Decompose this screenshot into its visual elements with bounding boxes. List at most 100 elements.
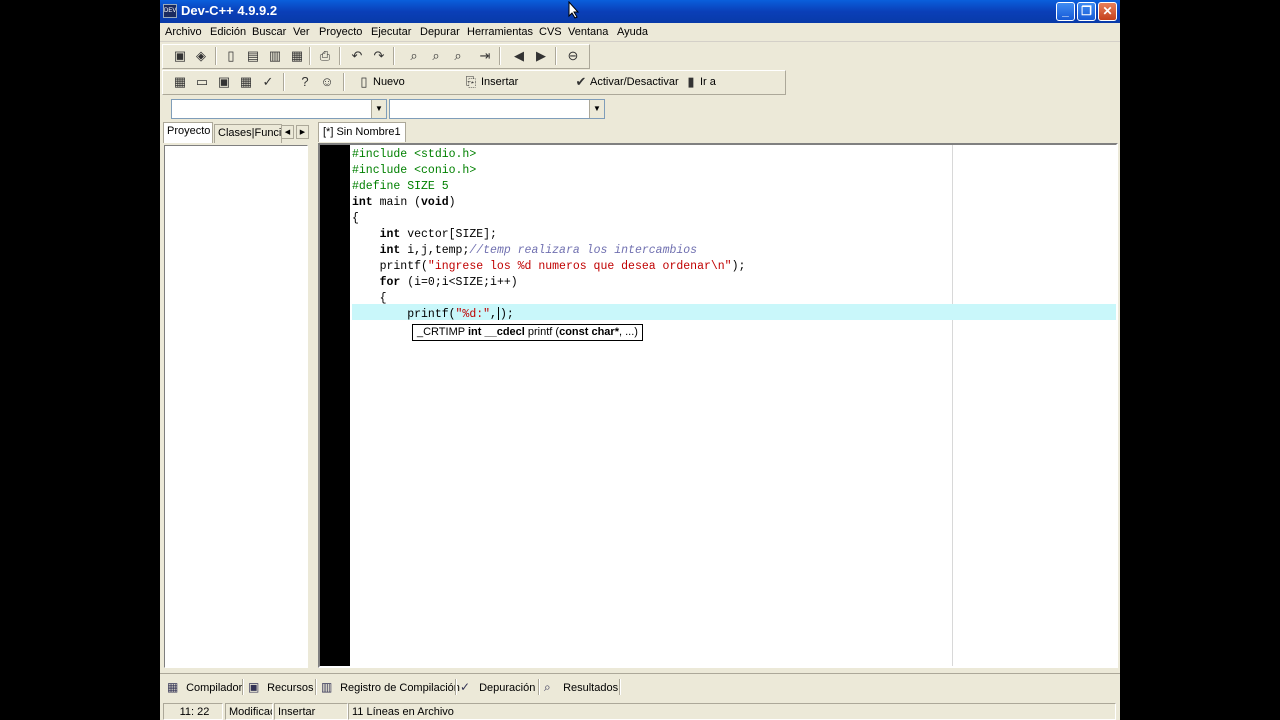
goto-line-icon[interactable]: ⇥ [477,48,493,64]
toolbar-separator [309,47,311,65]
menu-ayuda[interactable]: Ayuda [617,26,648,38]
menu-depurar[interactable]: Depurar [420,26,460,38]
member-combo[interactable]: ▼ [389,99,605,119]
toolbar-separator [343,73,345,91]
app-icon[interactable]: DEV [163,4,177,18]
save-icon[interactable]: ▤ [245,48,261,64]
code-token: void [421,196,449,209]
status-bar: 11: 22 Modificac Insertar 11 Líneas en A… [160,702,1120,720]
menu-archivo[interactable]: Archivo [165,26,202,38]
minimize-button[interactable]: _ [1056,2,1075,21]
code-token: ); [499,308,514,321]
chevron-down-icon[interactable]: ▼ [589,100,604,118]
tab-compilador[interactable]: ▦ Compilador [167,679,242,695]
rebuild-icon[interactable]: ▦ [238,74,254,90]
redo-icon[interactable]: ↷ [371,48,387,64]
tab-sin-nombre1[interactable]: [*] Sin Nombre1 [318,122,406,142]
undo-icon[interactable]: ↶ [349,48,365,64]
menu-ventana[interactable]: Ventana [568,26,608,38]
back-icon[interactable]: ◀ [511,48,527,64]
close-button[interactable]: ✕ [1098,2,1117,21]
editor-gutter [320,145,350,666]
toolbar-separator [499,47,501,65]
tooltip-segment: printf ( [524,326,560,338]
stop-icon[interactable]: ⊖ [565,48,581,64]
save-all-icon[interactable]: ▥ [267,48,283,64]
code-token: ); [731,260,746,273]
title-bar: DEV Dev-C++ 4.9.9.2 _ ❐ ✕ [160,0,1120,23]
menu-edicion[interactable]: Edición [210,26,246,38]
run-icon[interactable]: ▭ [194,74,210,90]
tab-resultados[interactable]: ⌕ Resultados [544,679,618,695]
code-editor[interactable]: #include <stdio.h> #include <conio.h> #def… [318,143,1118,668]
class-combo[interactable]: ▼ [171,99,387,119]
menu-ejecutar[interactable]: Ejecutar [371,26,411,38]
code-lines: #include <stdio.h> #include <conio.h> #def… [352,147,745,323]
open-project-icon[interactable]: ◈ [193,48,209,64]
compile-icon[interactable]: ▦ [172,74,188,90]
about-icon[interactable]: ☺ [319,74,335,90]
menu-cvs[interactable]: CVS [539,26,562,38]
insert-mode-status: Insertar [274,703,348,720]
forward-icon[interactable]: ▶ [533,48,549,64]
new-button[interactable]: Nuevo [373,76,405,88]
menu-buscar[interactable]: Buscar [252,26,286,38]
find-icon[interactable]: ⌕ [406,48,422,64]
menu-herramientas[interactable]: Herramientas [467,26,533,38]
code-token: { [352,212,359,225]
replace-icon[interactable]: ⌕ [428,48,444,64]
tooltip-segment: int [467,326,482,338]
tab-proyecto[interactable]: Proyecto [163,122,213,143]
code-token: for [379,276,401,289]
tab-recursos[interactable]: ▣ Recursos [248,679,314,695]
code-token: printf( [352,308,456,321]
tab-separator [538,679,540,695]
insert-icon[interactable]: ⎘ [463,74,479,90]
code-token: int [352,196,373,209]
menu-proyecto[interactable]: Proyecto [319,26,362,38]
compile-run-icon[interactable]: ▣ [216,74,232,90]
maximize-button[interactable]: ❐ [1077,2,1096,21]
tab-registro-compilacion[interactable]: ▥ Registro de Compilación [321,679,460,695]
insert-button[interactable]: Insertar [481,76,518,88]
code-line: { [352,211,745,227]
code-token: int [379,244,401,257]
toolbar-separator [555,47,557,65]
toggle-bookmark-icon[interactable]: ✔ [573,74,589,90]
code-line: #define SIZE 5 [352,179,745,195]
project-icon[interactable]: ▣ [172,48,188,64]
tab-scroll-right-icon[interactable]: ▶ [296,125,309,139]
new-file-icon[interactable]: ▯ [223,48,239,64]
tab-label: Depuración [479,682,536,694]
code-line: int i,j,temp;//temp realizara los interc… [352,243,745,259]
project-tree-panel[interactable] [164,145,308,668]
chevron-down-icon[interactable]: ▼ [371,100,386,118]
close-file-icon[interactable]: ▦ [289,48,305,64]
code-token: , [490,308,497,321]
tab-clases[interactable]: Clases|Funcic [214,124,282,143]
code-line: #include <conio.h> [352,163,745,179]
tooltip-segment: const char* [559,326,619,338]
print-icon[interactable]: ⎙ [317,48,333,64]
goto-bookmark-button[interactable]: Ir a [700,76,716,88]
debug-check-icon[interactable]: ✓ [260,74,276,90]
function-hint-tooltip: _CRTIMP int __cdecl printf (const char*,… [412,324,643,341]
code-line: for (i=0;i<SIZE;i++) [352,275,745,291]
new-class-icon[interactable]: ▯ [356,74,372,90]
toggle-bookmark-button[interactable]: Activar/Desactivar [590,76,679,88]
text-caret [497,307,499,321]
help-icon[interactable]: ? [297,74,313,90]
goto-bookmark-icon[interactable]: ▮ [683,74,699,90]
tab-scroll-left-icon[interactable]: ◀ [281,125,294,139]
toolbar-separator [283,73,285,91]
menu-ver[interactable]: Ver [293,26,310,38]
code-token: #include <conio.h> [352,164,477,177]
find-next-icon[interactable]: ⌕ [450,48,466,64]
tab-depuracion[interactable]: ✓ Depuración [460,679,535,695]
tab-label: Resultados [563,682,619,694]
bottom-tabs: ▦ Compilador ▣ Recursos ▥ Registro de Co… [160,673,1120,699]
toolbar-separator [339,47,341,65]
